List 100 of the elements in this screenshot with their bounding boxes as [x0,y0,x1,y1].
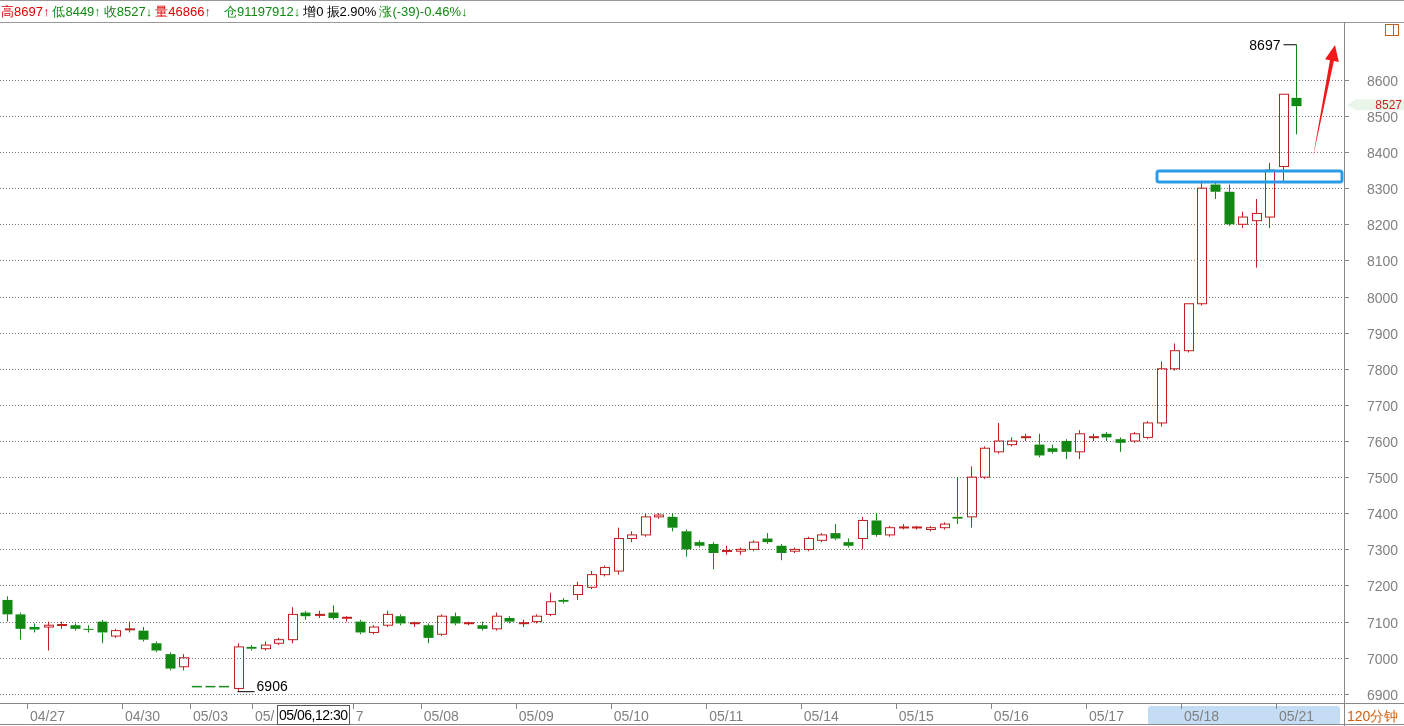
candlestick [464,621,474,626]
candlestick [288,606,298,644]
quote-field: 高8697↑ [1,2,50,21]
candlestick [504,615,515,624]
candlestick [736,547,746,556]
candlestick [328,604,339,621]
axis-label: 8100 [1367,252,1399,269]
candlestick [97,619,108,644]
candlestick [383,610,393,628]
quote-field: 仓91197912↓ [223,2,301,21]
candlestick [994,422,1004,455]
quote-field: 涨(-39)-0.46%↓ [379,2,468,21]
axis-label: 04/27 [30,708,66,724]
candlestick [708,541,719,570]
candlestick [681,529,692,558]
axis-label: 05/ [255,708,275,724]
candlestick [151,641,162,653]
candlestick [300,610,311,621]
candlestick [980,445,990,480]
axis-label: 05/21 [1278,708,1314,724]
candlestick [1034,433,1045,458]
candlestick [1007,436,1017,447]
quote-field: 收8527↓ [103,2,153,21]
axis-label: 7 [355,708,364,724]
axis-label: 6900 [1367,686,1399,703]
axis-label: 8400 [1367,144,1399,161]
candlestick [600,565,610,577]
candlestick [1101,431,1112,442]
axis-label: 05/17 [1088,708,1124,724]
candlestick [15,612,26,641]
axis-label: 7500 [1367,469,1399,486]
candlestick [587,570,597,590]
candlestick [1184,303,1194,353]
candlestick [1115,436,1126,453]
candlestick [790,547,800,554]
quote-field: 振2.90% [326,2,377,21]
axis-label: 7800 [1367,361,1399,378]
quote-field: 低8449↑ [52,2,101,21]
candlestick [558,597,569,605]
candlestick [2,595,13,623]
axis-label: 7900 [1367,325,1399,342]
candlestick [1075,429,1085,460]
candlestick [967,465,977,529]
candlestick [1170,343,1180,372]
candlestick [667,512,678,532]
axis-label: 05/14 [803,708,839,724]
axis-label: 7400 [1367,505,1399,522]
candlestick [614,527,624,576]
candlestick [694,539,705,549]
candlestick [29,622,40,633]
window-toggle-icon[interactable] [1385,24,1399,36]
candlestick [1130,431,1140,444]
axis-label: 7300 [1367,541,1399,558]
candlestick [817,532,827,543]
axis-label: 05/15 [898,708,934,724]
candlestick [899,523,909,530]
axis-label: 05/11 [709,708,744,724]
axis-label: 04/30 [125,708,161,724]
candlestick [926,525,936,532]
candlestick [165,651,176,671]
candlestick [804,536,814,552]
candlestick [1061,438,1072,460]
high-price-label: 8697 [1249,36,1281,53]
candlestick [532,613,542,624]
candlestick [546,592,556,617]
candlestick [179,653,189,671]
candlestick [1210,182,1221,200]
candlestick [138,626,149,642]
candlestick [1089,433,1099,442]
candlestick [627,530,637,543]
candlestick [912,525,922,530]
candlestick [246,644,257,651]
axis-label: 05/08 [423,708,459,724]
candlestick [395,613,406,626]
axis-label: 05/10 [613,708,649,724]
candlestick [477,621,488,632]
cursor-time-label: 05/06,12:30 [277,705,350,725]
candlestick [1143,420,1153,440]
candlestick [492,612,502,632]
candlestick [423,622,434,644]
candlestick [44,621,54,651]
candlestick [940,521,950,530]
candlestick [369,624,379,635]
axis-label: 8300 [1367,180,1399,197]
candlestick [315,610,325,619]
candlestick [410,621,420,628]
candlestick [70,622,81,632]
axis-label: 7100 [1367,614,1399,631]
candlestick [234,642,244,693]
candlestick [57,621,67,630]
candlestick [885,525,895,538]
last-price-tag: 8527 [1347,98,1404,113]
low-price-label: 6906 [256,677,288,694]
candlestick [830,523,841,541]
candlestick [342,615,352,623]
quote-field: 量46866↑ [155,2,211,21]
period-label: 120分钟 [1347,708,1399,724]
candlestick [641,512,651,538]
axis-label: 05/16 [993,708,1029,724]
axis-label: 7600 [1367,433,1399,450]
